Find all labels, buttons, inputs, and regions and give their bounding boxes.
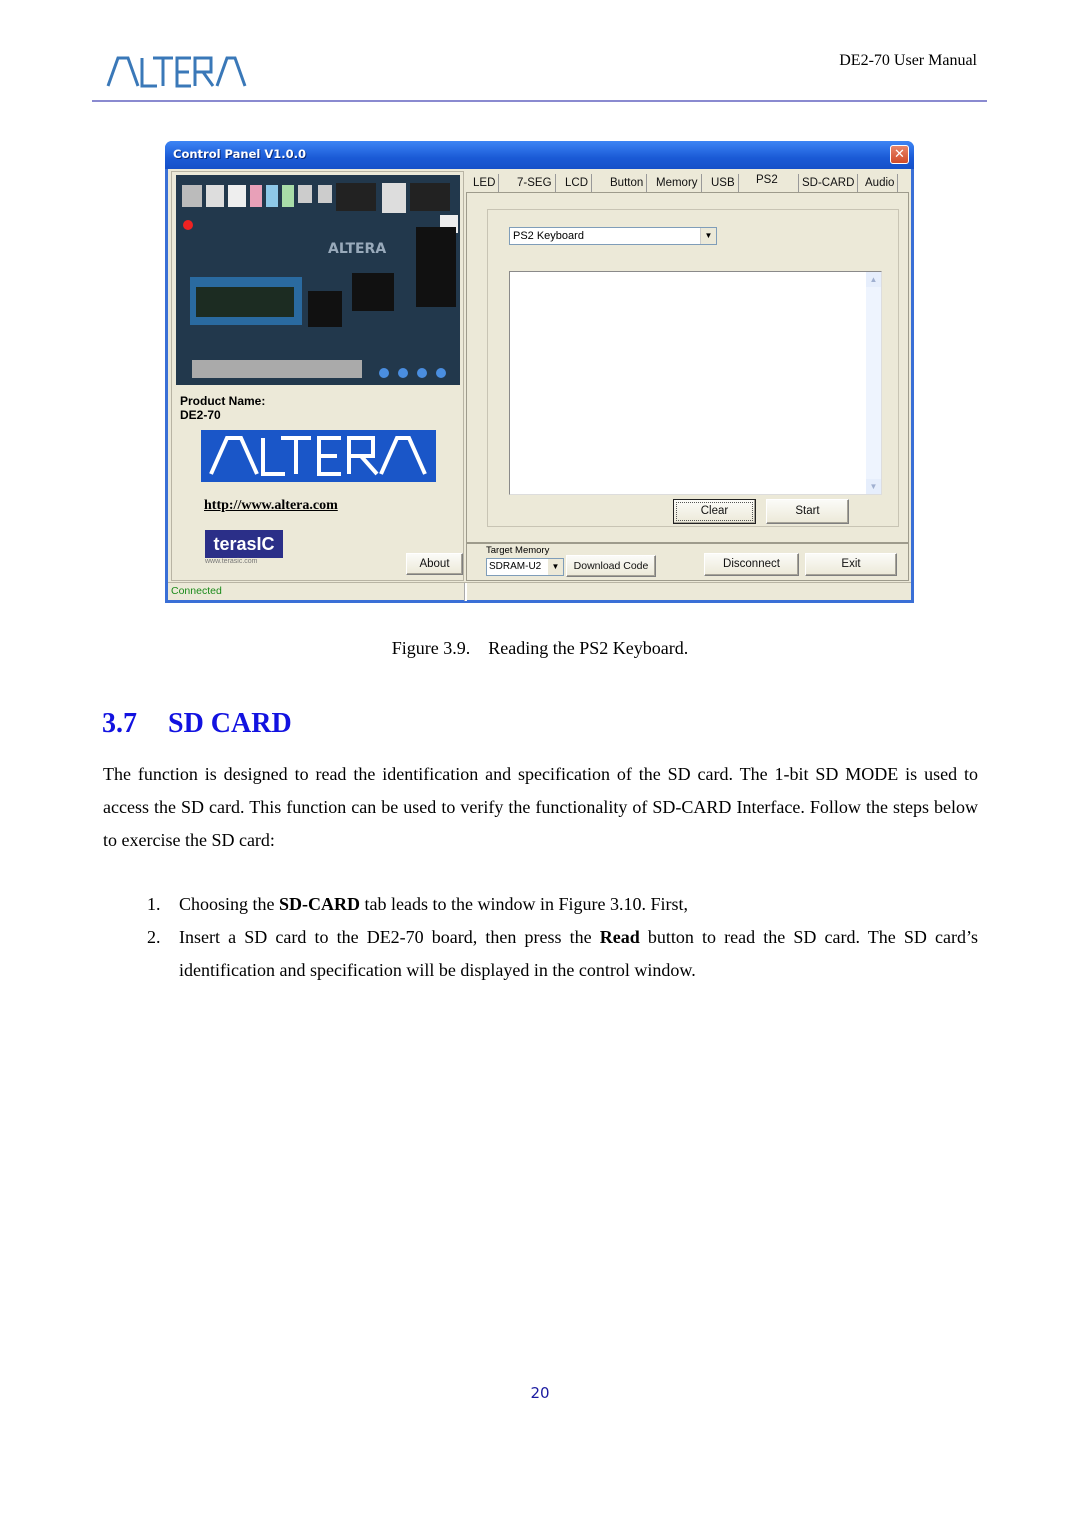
clear-button[interactable]: Clear [673,499,756,524]
target-memory-value: SDRAM-U2 [489,561,542,572]
title-bar[interactable]: Control Panel V1.0.0 ✕ [165,141,914,169]
ps2-output-textarea[interactable]: ▲ ▼ [509,271,882,495]
board-info-panel: ALTERA Product Name: DE2-70 http://www.a… [171,171,464,581]
board-image: ALTERA [176,175,460,385]
vertical-scrollbar[interactable]: ▲ ▼ [866,272,881,494]
exit-button[interactable]: Exit [805,553,897,576]
terasic-logo: terasIC [205,530,283,558]
tab-led[interactable]: LED [470,174,500,192]
target-memory-label: Target Memory [486,545,550,556]
control-panel-window: Control Panel V1.0.0 ✕ ALTERA Product Na… [165,141,914,603]
about-button[interactable]: About [406,553,463,575]
tab-audio[interactable]: Audio [862,174,899,192]
chevron-down-icon[interactable]: ▼ [700,228,716,244]
window-client: ALTERA Product Name: DE2-70 http://www.a… [168,169,911,601]
disconnect-button[interactable]: Disconnect [704,553,799,576]
step-number: 1. [147,894,161,914]
document-title: DE2-70 User Manual [839,52,977,69]
close-icon[interactable]: ✕ [890,145,909,164]
scroll-up-icon[interactable]: ▲ [866,272,881,287]
terasic-url: www.terasic.com [205,558,258,565]
status-bar: Connected [168,582,911,601]
header-divider [92,100,987,102]
tab-sd-card[interactable]: SD-CARD [798,174,859,192]
step-text: tab leads to the window in Figure 3.10. … [360,894,688,914]
status-divider [464,583,467,601]
altera-logo [106,56,247,88]
page-number: 20 [530,1384,550,1402]
download-code-button[interactable]: Download Code [566,555,656,577]
section-title: SD CARD [168,708,292,739]
intro-paragraph: The function is designed to read the ide… [103,764,978,850]
scroll-down-icon[interactable]: ▼ [866,479,881,494]
product-name-value: DE2-70 [180,408,221,422]
bottom-controls: Target Memory SDRAM-U2 ▼ Download Code D… [466,543,909,581]
tab-ps2[interactable]: PS2 [753,171,795,189]
tab-button[interactable]: Button [607,174,648,192]
tab-memory[interactable]: Memory [653,174,702,192]
list-item: 2. Insert a SD card to the DE2-70 board,… [147,921,978,987]
chevron-down-icon[interactable]: ▼ [548,559,563,575]
step-text: Choosing the [179,894,280,914]
ps2-tab-panel: PS2 Keyboard ▼ ▲ ▼ [466,192,909,543]
tab-lcd[interactable]: LCD [562,174,593,192]
tab-usb[interactable]: USB [708,174,739,192]
product-name-label: Product Name: [180,394,266,408]
step-text: Insert a SD card to the DE2-70 board, th… [179,927,600,947]
tab-7seg[interactable]: 7-SEG [514,174,556,192]
steps-list: 1. Choosing the SD-CARD tab leads to the… [147,888,978,987]
altera-website-link[interactable]: http://www.altera.com [204,498,338,514]
tab-strip: LED 7-SEG LCD Button Memory USB PS2 SD-C… [466,171,909,194]
ps2-device-select[interactable]: PS2 Keyboard ▼ [509,227,717,245]
altera-banner-logo [201,430,436,482]
window-title: Control Panel V1.0.0 [173,147,306,161]
ps2-device-value: PS2 Keyboard [513,230,584,242]
target-memory-select[interactable]: SDRAM-U2 ▼ [486,558,564,576]
list-item: 1. Choosing the SD-CARD tab leads to the… [147,888,978,921]
step-number: 2. [147,927,161,947]
step-bold: SD-CARD [279,894,361,914]
figure-caption: Figure 3.9. Reading the PS2 Keyboard. [391,638,689,658]
start-button[interactable]: Start [766,499,849,524]
connection-status: Connected [171,585,222,597]
section-heading: 3.7 SD CARD [102,708,292,740]
svg-text:ALTERA: ALTERA [328,241,386,257]
step-bold: Read [599,927,640,947]
section-number: 3.7 [102,708,137,739]
